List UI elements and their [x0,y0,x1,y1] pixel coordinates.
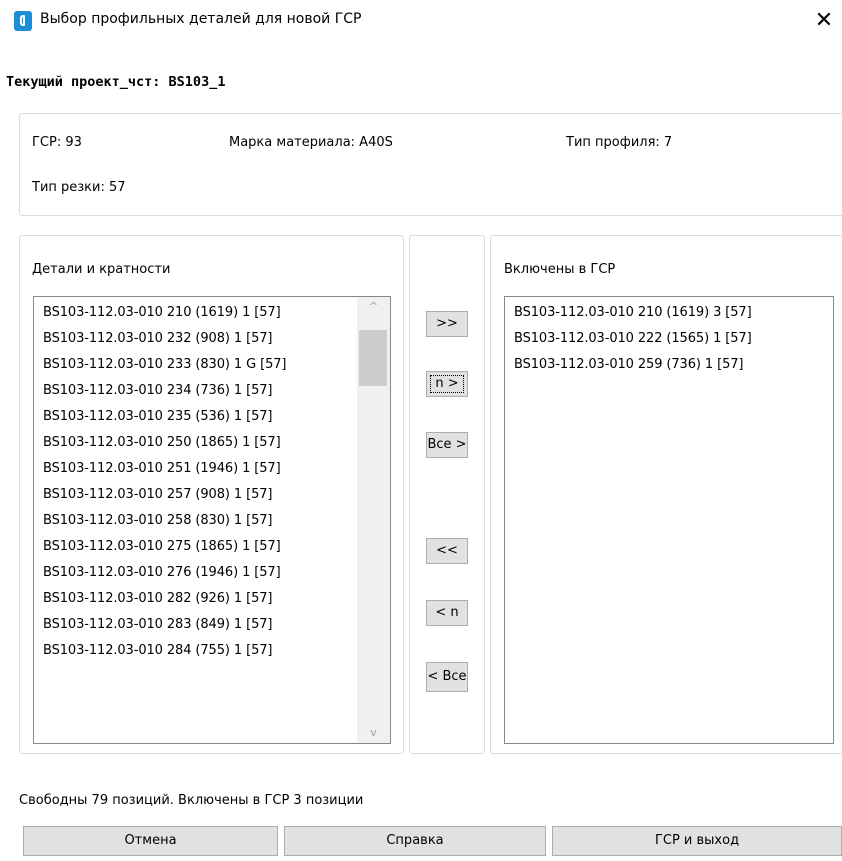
list-item[interactable]: BS103-112.03-010 233 (830) 1 G [57] [43,352,287,378]
current-project-label: Текущий проект_чст: BS103_1 [6,74,226,90]
list-item[interactable]: BS103-112.03-010 250 (1865) 1 [57] [43,430,281,456]
list-item[interactable]: BS103-112.03-010 276 (1946) 1 [57] [43,560,281,586]
scroll-up-icon[interactable]: ^ [357,297,390,317]
scroll-thumb[interactable] [359,330,387,386]
included-listbox[interactable]: BS103-112.03-010 210 (1619) 3 [57] BS103… [504,296,834,744]
cancel-button[interactable]: Отмена [23,826,278,856]
gsr-number: ГСР: 93 [32,135,82,150]
add-all-button[interactable]: >> [426,311,468,337]
list-item[interactable]: BS103-112.03-010 234 (736) 1 [57] [43,378,273,404]
scroll-down-icon[interactable]: v [357,723,390,743]
list-item[interactable]: BS103-112.03-010 283 (849) 1 [57] [43,612,273,638]
remove-all-button[interactable]: << [426,538,468,564]
profile-type: Тип профиля: 7 [566,135,673,150]
parts-list-scrollbar[interactable]: ^ v [357,297,390,743]
parts-list-label: Детали и кратности [32,262,171,277]
cut-type: Тип резки: 57 [32,180,126,195]
parts-listbox[interactable]: BS103-112.03-010 210 (1619) 1 [57] BS103… [33,296,391,744]
remove-n-button[interactable]: < n [426,600,468,626]
title-bar: Выбор профильных деталей для новой ГСР ✕ [0,0,842,44]
app-icon [14,11,32,31]
list-item[interactable]: BS103-112.03-010 235 (536) 1 [57] [43,404,273,430]
list-item[interactable]: BS103-112.03-010 284 (755) 1 [57] [43,638,273,664]
list-item[interactable]: BS103-112.03-010 232 (908) 1 [57] [43,326,273,352]
help-button[interactable]: Справка [284,826,546,856]
window-title: Выбор профильных деталей для новой ГСР [40,11,362,27]
list-item[interactable]: BS103-112.03-010 275 (1865) 1 [57] [43,534,281,560]
add-every-button[interactable]: Все > [426,432,468,458]
status-text: Свободны 79 позиций. Включены в ГСР 3 по… [19,793,364,808]
included-list-label: Включены в ГСР [504,262,616,277]
list-item[interactable]: BS103-112.03-010 222 (1565) 1 [57] [514,326,752,352]
material-grade: Марка материала: A40S [229,135,393,150]
list-item[interactable]: BS103-112.03-010 282 (926) 1 [57] [43,586,273,612]
list-item[interactable]: BS103-112.03-010 257 (908) 1 [57] [43,482,273,508]
list-item[interactable]: BS103-112.03-010 251 (1946) 1 [57] [43,456,281,482]
remove-every-button[interactable]: < Все [426,662,468,692]
list-item[interactable]: BS103-112.03-010 210 (1619) 3 [57] [514,300,752,326]
gsr-and-exit-button[interactable]: ГСР и выход [552,826,842,856]
gsr-info-group [19,113,842,216]
close-icon[interactable]: ✕ [809,8,839,36]
list-item[interactable]: BS103-112.03-010 259 (736) 1 [57] [514,352,744,378]
list-item[interactable]: BS103-112.03-010 258 (830) 1 [57] [43,508,273,534]
list-item[interactable]: BS103-112.03-010 210 (1619) 1 [57] [43,300,281,326]
add-n-button[interactable]: n > [426,371,468,397]
